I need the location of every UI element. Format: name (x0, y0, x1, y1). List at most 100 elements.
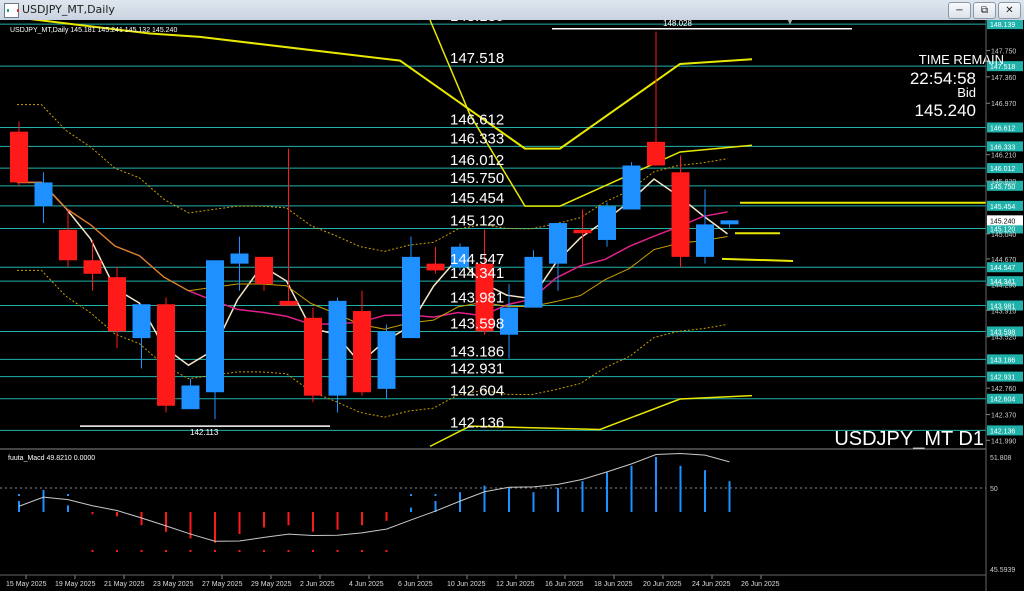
price-scale-label: 144.290 (991, 283, 1016, 290)
macd-dot (189, 550, 192, 552)
price-scale-label: 141.990 (991, 438, 1016, 445)
macd-dot (312, 550, 314, 552)
current-price-tag-text: 145.240 (990, 218, 1015, 225)
bid-label: Bid (957, 85, 976, 100)
level-label: 145.454 (450, 190, 504, 207)
bear-candle (304, 317, 322, 396)
level-label: 147.518 (450, 50, 504, 67)
low-marker-label: 142.113 (190, 428, 219, 437)
level-label: 145.120 (450, 212, 504, 229)
macd-dot (18, 494, 20, 496)
chart-header: USDJPY_MT,Daily 145.181 145.241 145.132 … (10, 27, 177, 34)
macd-dot (679, 494, 682, 496)
bull-candle (402, 256, 420, 339)
minimize-button[interactable]: − (948, 2, 971, 19)
level-label: 142.604 (450, 383, 504, 400)
bear-candle (59, 229, 77, 261)
date-label: 23 May 2025 (153, 581, 194, 588)
level-price-tag-text: 142.136 (990, 428, 1015, 435)
macd-dot (385, 550, 388, 552)
level-label: 142.931 (450, 361, 504, 378)
level-label: 146.612 (450, 111, 504, 128)
date-label: 2 Jun 2025 (300, 581, 335, 588)
macd-dot (238, 550, 241, 552)
level-label: 146.333 (450, 130, 504, 147)
bear-candle (108, 277, 126, 332)
date-label: 27 May 2025 (202, 581, 243, 588)
macd-dot (116, 550, 118, 552)
window-titlebar: USDJPY_MT,Daily − ⧉ ✕ (0, 0, 1024, 21)
bear-candle (426, 263, 445, 271)
bull-candle (696, 224, 714, 257)
macd-dot (655, 494, 657, 496)
bull-candle (549, 223, 567, 264)
date-label: 26 Jun 2025 (741, 581, 780, 588)
macd-dot (434, 494, 437, 496)
bull-candle (34, 182, 53, 207)
level-price-tag-text: 146.012 (990, 166, 1015, 173)
date-label: 19 May 2025 (55, 581, 96, 588)
date-label: 15 May 2025 (6, 581, 47, 588)
high-marker-label: 148.028 (663, 20, 692, 28)
price-scale-label: 147.360 (991, 75, 1016, 82)
level-label: 142.136 (450, 414, 504, 431)
level-price-tag-text: 142.604 (990, 397, 1015, 404)
macd-dot (410, 494, 412, 496)
level-label: 145.750 (450, 170, 504, 187)
level-price-tag-text: 145.454 (990, 204, 1015, 211)
level-price-tag-text: 143.186 (990, 357, 1015, 364)
date-label: 21 May 2025 (104, 581, 145, 588)
macd-dot (630, 494, 633, 496)
price-scale-label: 144.670 (991, 257, 1016, 264)
price-scale-label: 143.910 (991, 308, 1016, 315)
date-label: 16 Jun 2025 (545, 581, 584, 588)
price-scale-label: 146.970 (991, 101, 1016, 108)
macd-scale-top: 51.808 (990, 455, 1012, 462)
level-label: 148.139 (450, 20, 504, 25)
macd-dot (361, 550, 363, 552)
date-label: 10 Jun 2025 (447, 581, 486, 588)
macd-dot (67, 494, 69, 496)
price-scale-label: 143.520 (991, 335, 1016, 342)
macd-dot (336, 550, 339, 552)
window-title: USDJPY_MT,Daily (22, 3, 115, 16)
date-label: 18 Jun 2025 (594, 581, 633, 588)
bear-candle (647, 141, 665, 166)
macd-dot (263, 550, 265, 552)
close-button[interactable]: ✕ (998, 2, 1021, 19)
price-scale-label: 142.370 (991, 413, 1016, 420)
bear-candle (157, 304, 175, 406)
level-label: 144.341 (450, 265, 504, 282)
level-price-tag-text: 142.931 (990, 375, 1015, 382)
macd-scale-mid: 50 (990, 486, 998, 493)
bear-candle (83, 260, 102, 274)
macd-dot (557, 494, 559, 496)
level-price-tag-text: 146.612 (990, 125, 1015, 132)
restore-button[interactable]: ⧉ (973, 2, 996, 19)
macd-dot (581, 494, 584, 496)
macd-label: fuuta_Macd 49.8210 0.0000 (8, 455, 95, 462)
level-label: 143.981 (450, 290, 504, 307)
macd-scale-bottom: 45.5939 (990, 567, 1015, 574)
level-label: 143.598 (450, 315, 504, 332)
level-price-tag-text: 144.547 (990, 265, 1015, 272)
macd-dot (606, 494, 608, 496)
bid-value: 145.240 (915, 101, 976, 120)
macd-dot (91, 550, 94, 552)
price-scale-label: 145.820 (991, 179, 1016, 186)
macd-dot (532, 494, 535, 496)
price-scale-label: 142.760 (991, 386, 1016, 393)
macd-dot (508, 494, 510, 496)
date-label: 12 Jun 2025 (496, 581, 535, 588)
date-label: 20 Jun 2025 (643, 581, 682, 588)
bull-candle (181, 385, 200, 410)
macd-dot (483, 494, 486, 496)
bull-candle (524, 256, 543, 308)
date-label: 4 Jun 2025 (349, 581, 384, 588)
bull-candle (622, 165, 641, 210)
price-chart[interactable]: 148.139148.139147.518147.518146.612146.6… (0, 20, 1024, 591)
bull-candle (598, 206, 616, 240)
macd-dot (140, 550, 143, 552)
price-scale-label: 146.210 (991, 153, 1016, 160)
macd-dot (459, 494, 461, 496)
